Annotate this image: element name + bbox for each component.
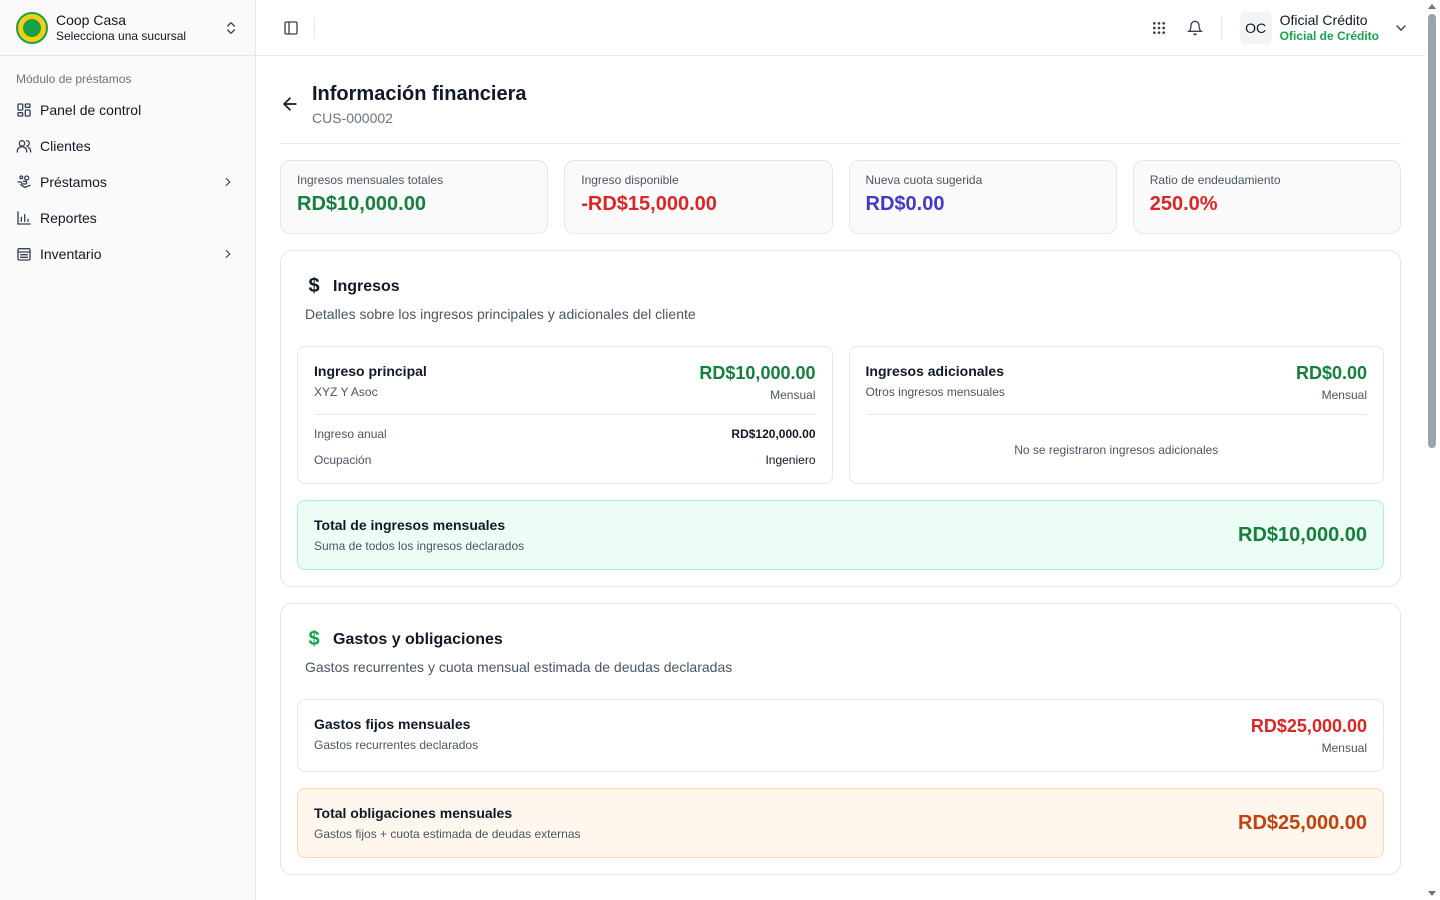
- card-subtitle: Otros ingresos mensuales: [865, 385, 1005, 399]
- section-description: Detalles sobre los ingresos principales …: [305, 306, 696, 322]
- divider: [1220, 15, 1222, 40]
- total-subtitle: Gastos fijos + cuota estimada de deudas …: [314, 827, 581, 841]
- additional-income-amount: RD$0.00: [1295, 363, 1367, 383]
- topbar: OC Oficial Crédito Oficial de Crédito: [256, 0, 1425, 56]
- annual-income-row: Ingreso anual RD$120,000.00: [314, 427, 816, 441]
- metric-card: Ingreso disponible -RD$15,000.00: [564, 160, 833, 234]
- period-label: Mensual: [770, 388, 816, 402]
- scroll-down-arrow-icon[interactable]: [1428, 891, 1436, 896]
- occupation-label: Ocupación: [314, 453, 372, 467]
- loans-icon: [17, 175, 31, 189]
- org-subtitle: Selecciona una sucursal: [56, 28, 187, 43]
- main-content: Información financiera CUS-000002 Ingres…: [256, 56, 1425, 900]
- sidebar-item-label: Reportes: [40, 210, 97, 226]
- sidebar-item-reportes[interactable]: Reportes: [0, 200, 255, 236]
- total-subtitle: Suma de todos los ingresos declarados: [314, 539, 525, 553]
- dollar-icon: $: [308, 275, 320, 297]
- scrollbar[interactable]: [1425, 0, 1440, 900]
- scroll-thumb[interactable]: [1428, 14, 1436, 448]
- metric-value: -RD$15,000.00: [581, 193, 717, 215]
- metric-value: RD$0.00: [865, 193, 945, 215]
- dashboard-icon: [17, 103, 31, 117]
- notifications-button[interactable]: [1185, 18, 1205, 38]
- total-income-summary: Total de ingresos mensuales Suma de todo…: [297, 500, 1384, 570]
- page-header: Información financiera CUS-000002: [280, 80, 1401, 144]
- period-label: Mensual: [1321, 388, 1367, 402]
- apps-button[interactable]: [1149, 18, 1169, 38]
- grid-icon: [1152, 21, 1165, 34]
- employer-name: XYZ Y Asoc: [314, 385, 378, 399]
- total-obligations-amount: RD$25,000.00: [1238, 811, 1367, 834]
- metric-label: Ingresos mensuales totales: [297, 173, 444, 187]
- page-title: Información financiera: [312, 83, 527, 105]
- income-section: $ Ingresos Detalles sobre los ingresos p…: [280, 250, 1401, 587]
- customer-id: CUS-000002: [312, 110, 393, 126]
- user-role: Oficial de Crédito: [1279, 28, 1379, 43]
- fixed-expenses-card: Gastos fijos mensuales Gastos recurrente…: [297, 699, 1384, 772]
- chart-icon: [17, 211, 31, 225]
- chevron-down-icon: [1396, 24, 1406, 31]
- bell-icon: [1186, 20, 1203, 35]
- total-title: Total de ingresos mensuales: [314, 517, 506, 533]
- sidebar-item-panel-de-control[interactable]: Panel de control: [0, 92, 255, 128]
- additional-income-card: Ingresos adicionales Otros ingresos mens…: [848, 346, 1384, 484]
- users-icon: [16, 140, 32, 153]
- annual-income-value: RD$120,000.00: [731, 427, 816, 441]
- card-title: Gastos fijos mensuales: [314, 716, 471, 732]
- avatar: OC: [1239, 11, 1272, 44]
- inventory-icon: [17, 248, 31, 261]
- sidebar-item-label: Préstamos: [40, 174, 107, 190]
- card-title: Ingreso principal: [314, 363, 427, 379]
- metric-label: Ratio de endeudamiento: [1149, 173, 1281, 187]
- sidebar-toggle-button[interactable]: [280, 17, 302, 39]
- total-income-amount: RD$10,000.00: [1238, 523, 1367, 546]
- scroll-up-arrow-icon[interactable]: [1428, 4, 1436, 9]
- metric-card: Nueva cuota sugerida RD$0.00: [848, 160, 1117, 234]
- sidebar-item-label: Inventario: [40, 246, 102, 262]
- sidebar-item-label: Clientes: [40, 138, 91, 154]
- back-arrow-icon[interactable]: [280, 94, 300, 114]
- card-title: Ingresos adicionales: [865, 363, 1005, 379]
- occupation-row: Ocupación Ingeniero: [314, 453, 816, 467]
- metrics-row: Ingresos mensuales totales RD$10,000.00 …: [280, 160, 1401, 234]
- sidebar-item-label: Panel de control: [40, 102, 142, 118]
- chevron-right-icon: [225, 177, 231, 187]
- metric-card: Ingresos mensuales totales RD$10,000.00: [280, 160, 549, 234]
- chevron-right-icon: [225, 249, 231, 259]
- sidebar-item-inventario[interactable]: Inventario: [0, 236, 255, 272]
- sidebar-item-prestamos[interactable]: Préstamos: [0, 164, 255, 200]
- principal-income-card: Ingreso principal XYZ Y Asoc RD$10,000.0…: [297, 346, 833, 484]
- chevrons-up-down-icon: [227, 21, 235, 34]
- total-title: Total obligaciones mensuales: [314, 805, 513, 821]
- section-title: Gastos y obligaciones: [333, 630, 503, 648]
- occupation-value: Ingeniero: [765, 453, 816, 467]
- metric-label: Nueva cuota sugerida: [865, 173, 983, 187]
- user-name: Oficial Crédito: [1279, 11, 1368, 28]
- section-title: Ingresos: [333, 277, 400, 295]
- org-name: Coop Casa: [56, 11, 127, 28]
- divider: [314, 16, 315, 39]
- empty-state: No se registraron ingresos adicionales: [1014, 443, 1219, 457]
- user-menu[interactable]: OC Oficial Crédito Oficial de Crédito: [1239, 11, 1409, 44]
- metric-value: RD$10,000.00: [297, 193, 426, 215]
- metric-value: 250.0%: [1149, 193, 1218, 215]
- section-description: Gastos recurrentes y cuota mensual estim…: [305, 659, 733, 675]
- total-obligations-summary: Total obligaciones mensuales Gastos fijo…: [297, 788, 1384, 858]
- fixed-expenses-amount: RD$25,000.00: [1250, 716, 1367, 736]
- metric-label: Ingreso disponible: [581, 173, 679, 187]
- sidebar: Coop Casa Selecciona una sucursal Módulo…: [0, 0, 256, 900]
- metric-card: Ratio de endeudamiento 250.0%: [1132, 160, 1401, 234]
- expenses-section: $ Gastos y obligaciones Gastos recurrent…: [280, 603, 1401, 875]
- period-label: Mensual: [1321, 741, 1367, 755]
- principal-income-amount: RD$10,000.00: [699, 363, 816, 383]
- nav-group-label: Módulo de préstamos: [16, 72, 132, 86]
- annual-income-label: Ingreso anual: [314, 427, 387, 441]
- org-logo: [16, 11, 48, 44]
- dollar-icon: $: [308, 628, 320, 650]
- panel-left-icon: [284, 20, 298, 35]
- card-subtitle: Gastos recurrentes declarados: [314, 738, 479, 752]
- sidebar-item-clientes[interactable]: Clientes: [0, 128, 255, 164]
- org-switcher[interactable]: Coop Casa Selecciona una sucursal: [0, 0, 255, 56]
